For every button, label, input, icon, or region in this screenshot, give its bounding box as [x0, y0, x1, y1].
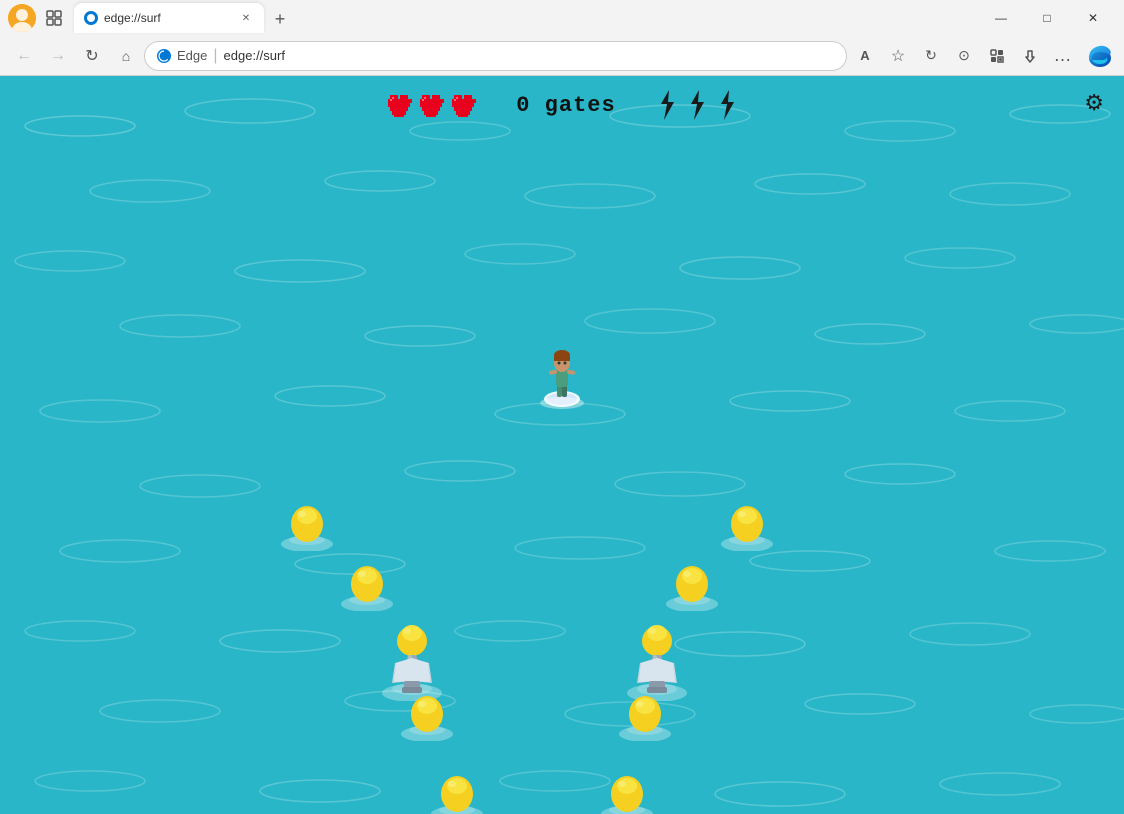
address-url: edge://surf — [224, 48, 834, 63]
bolt-1 — [656, 90, 678, 120]
buoy-left-3 — [400, 696, 455, 746]
bolt-2 — [686, 90, 708, 120]
gate-left — [380, 611, 445, 706]
address-site-label: Edge — [177, 48, 207, 63]
window-controls: — □ ✕ — [978, 0, 1116, 36]
new-tab-button[interactable]: + — [266, 5, 294, 33]
tab-bar: edge://surf ✕ + — [74, 3, 970, 33]
active-tab[interactable]: edge://surf ✕ — [74, 3, 264, 33]
buoy-right-2 — [665, 566, 720, 616]
minimize-button[interactable]: — — [978, 0, 1024, 36]
collections-icon — [46, 10, 62, 26]
tab-close-button[interactable]: ✕ — [238, 10, 254, 26]
bolts-display — [656, 90, 738, 120]
refresh-button[interactable]: ↻ — [76, 40, 108, 72]
gates-counter: 0 gates — [516, 93, 615, 118]
favorites-button[interactable]: ☆ — [882, 40, 914, 72]
extensions-icon — [989, 48, 1005, 64]
extensions-button[interactable] — [981, 40, 1013, 72]
edge-logo[interactable] — [1084, 40, 1116, 72]
wave-background — [0, 76, 1124, 814]
buoy-right-1 — [720, 506, 775, 556]
game-hud: 0 gates — [0, 90, 1124, 120]
edge-favicon — [157, 49, 171, 63]
address-input-box[interactable]: Edge | edge://surf — [144, 41, 847, 71]
gate-right — [625, 611, 690, 706]
address-separator: | — [213, 47, 217, 65]
buoy-right-3 — [618, 696, 673, 746]
tab-favicon — [84, 11, 98, 25]
share-button[interactable] — [1014, 40, 1046, 72]
game-area[interactable]: 0 gates ⚙ — [0, 76, 1124, 814]
history-button[interactable]: ⊙ — [948, 40, 980, 72]
profile-button[interactable] — [8, 4, 36, 32]
close-button[interactable]: ✕ — [1070, 0, 1116, 36]
titlebar: edge://surf ✕ + — □ ✕ — [0, 0, 1124, 36]
more-button[interactable]: … — [1047, 40, 1079, 72]
tab-title: edge://surf — [104, 11, 232, 25]
heart-2 — [418, 93, 444, 117]
address-bar: ← → ↻ ⌂ Edge | edge://surf A ☆ ↻ ⊙ — [0, 36, 1124, 76]
waves-svg — [0, 76, 1124, 814]
back-button[interactable]: ← — [8, 40, 40, 72]
heart-1 — [386, 93, 412, 117]
share-icon — [1022, 48, 1038, 64]
read-aloud-button[interactable]: A — [849, 40, 881, 72]
collections-button[interactable] — [40, 4, 68, 32]
forward-button[interactable]: → — [42, 40, 74, 72]
buoy-left-2 — [340, 566, 395, 616]
heart-3 — [450, 93, 476, 117]
home-button[interactable]: ⌂ — [110, 40, 142, 72]
browser-sync-button[interactable]: ↻ — [915, 40, 947, 72]
buoy-left-4 — [430, 776, 485, 814]
buoy-right-4 — [600, 776, 655, 814]
settings-button[interactable]: ⚙ — [1084, 90, 1104, 116]
buoy-left-1 — [280, 506, 335, 556]
hearts-display — [386, 93, 476, 117]
maximize-button[interactable]: □ — [1024, 0, 1070, 36]
surfer-character — [537, 341, 587, 416]
toolbar-right: A ☆ ↻ ⊙ … — [849, 40, 1116, 72]
profile-avatar — [8, 4, 36, 32]
bolt-3 — [716, 90, 738, 120]
